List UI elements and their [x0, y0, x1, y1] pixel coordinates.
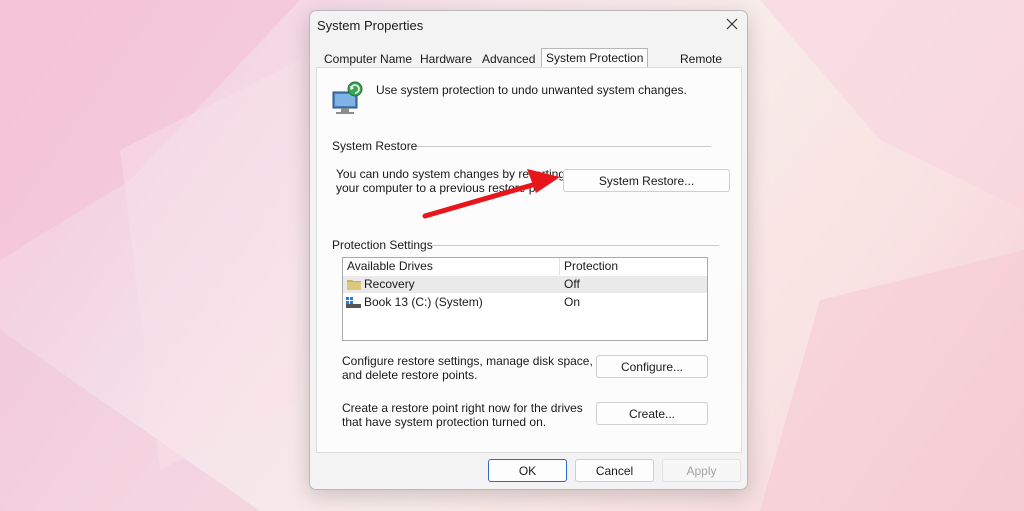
- annotation-arrow: [422, 169, 560, 219]
